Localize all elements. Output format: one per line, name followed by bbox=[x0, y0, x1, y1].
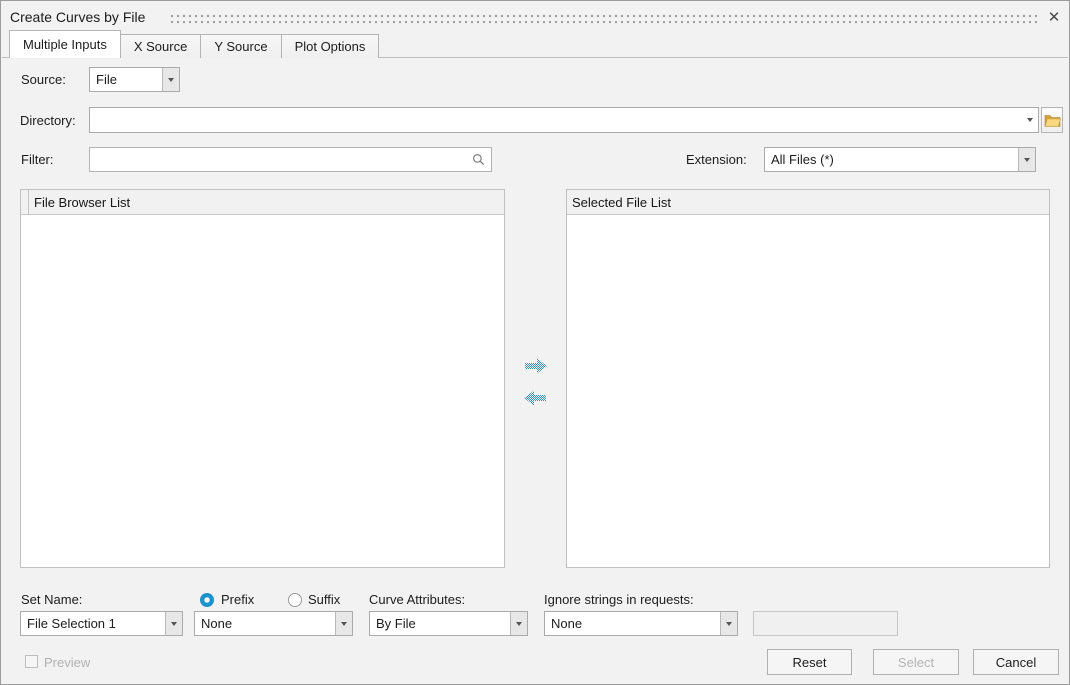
set-name-dropdown-button[interactable] bbox=[165, 612, 182, 635]
ignore-custom-field bbox=[753, 611, 898, 636]
ignore-strings-label: Ignore strings in requests: bbox=[544, 592, 694, 607]
selected-file-header-label: Selected File List bbox=[567, 195, 671, 210]
search-icon bbox=[472, 153, 485, 166]
chevron-down-icon bbox=[168, 78, 174, 82]
tab-x-source[interactable]: X Source bbox=[120, 34, 201, 58]
directory-label: Directory: bbox=[20, 113, 76, 128]
filter-label: Filter: bbox=[21, 152, 54, 167]
header-corner-cell bbox=[21, 190, 29, 214]
preview-checkbox-label: Preview bbox=[44, 655, 90, 670]
filter-field[interactable] bbox=[89, 147, 492, 172]
file-browser-header-label: File Browser List bbox=[29, 195, 130, 210]
preview-checkbox bbox=[25, 655, 38, 668]
chevron-down-icon bbox=[1027, 118, 1033, 122]
ignore-strings-dropdown[interactable]: None bbox=[544, 611, 738, 636]
selected-file-panel: Selected File List bbox=[566, 189, 1050, 568]
curve-attributes-dropdown[interactable]: By File bbox=[369, 611, 528, 636]
set-name-dropdown[interactable]: File Selection 1 bbox=[20, 611, 183, 636]
arrow-right-icon bbox=[523, 357, 549, 375]
chevron-down-icon bbox=[1024, 158, 1030, 162]
set-name-label: Set Name: bbox=[21, 592, 82, 607]
drag-handle-dots[interactable] bbox=[169, 13, 1037, 24]
suffix-radio-label[interactable]: Suffix bbox=[308, 592, 340, 607]
source-label: Source: bbox=[21, 72, 66, 87]
ignore-strings-dropdown-value: None bbox=[545, 616, 720, 631]
arrow-left-icon bbox=[522, 389, 548, 407]
tab-y-source[interactable]: Y Source bbox=[200, 34, 281, 58]
reset-button[interactable]: Reset bbox=[767, 649, 852, 675]
selected-file-header: Selected File List bbox=[567, 190, 1049, 215]
affix-dropdown-value: None bbox=[195, 616, 335, 631]
file-browser-list[interactable] bbox=[21, 215, 504, 567]
chevron-down-icon bbox=[726, 622, 732, 626]
tab-bar: Multiple Inputs X Source Y Source Plot O… bbox=[9, 31, 378, 58]
ignore-strings-dropdown-button[interactable] bbox=[720, 612, 737, 635]
tab-plot-options[interactable]: Plot Options bbox=[281, 34, 380, 58]
prefix-radio[interactable] bbox=[200, 593, 214, 607]
cancel-button[interactable]: Cancel bbox=[973, 649, 1059, 675]
folder-open-icon bbox=[1044, 114, 1061, 127]
filter-input[interactable] bbox=[90, 148, 472, 171]
prefix-radio-label[interactable]: Prefix bbox=[221, 592, 254, 607]
chevron-down-icon bbox=[171, 622, 177, 626]
ignore-custom-input bbox=[754, 612, 942, 635]
file-browser-header: File Browser List bbox=[21, 190, 504, 215]
file-browser-panel: File Browser List bbox=[20, 189, 505, 568]
curve-attributes-label: Curve Attributes: bbox=[369, 592, 465, 607]
source-dropdown-value: File bbox=[90, 72, 162, 87]
directory-input[interactable] bbox=[90, 108, 1021, 132]
set-name-dropdown-value: File Selection 1 bbox=[21, 616, 165, 631]
source-dropdown[interactable]: File bbox=[89, 67, 180, 92]
move-right-button[interactable] bbox=[523, 357, 549, 375]
create-curves-dialog: Create Curves by File ✕ Multiple Inputs … bbox=[0, 0, 1070, 685]
extension-dropdown-value: All Files (*) bbox=[765, 152, 1018, 167]
select-button: Select bbox=[873, 649, 959, 675]
dialog-title: Create Curves by File bbox=[10, 9, 145, 25]
suffix-radio[interactable] bbox=[288, 593, 302, 607]
selected-file-list[interactable] bbox=[567, 215, 1049, 567]
tab-multiple-inputs[interactable]: Multiple Inputs bbox=[9, 30, 121, 58]
curve-attributes-dropdown-button[interactable] bbox=[510, 612, 527, 635]
chevron-down-icon bbox=[516, 622, 522, 626]
chevron-down-icon bbox=[341, 622, 347, 626]
extension-dropdown[interactable]: All Files (*) bbox=[764, 147, 1036, 172]
curve-attributes-dropdown-value: By File bbox=[370, 616, 510, 631]
extension-label: Extension: bbox=[686, 152, 747, 167]
extension-dropdown-button[interactable] bbox=[1018, 148, 1035, 171]
directory-combobox[interactable] bbox=[89, 107, 1039, 133]
directory-dropdown-button[interactable] bbox=[1021, 108, 1038, 132]
affix-dropdown-button[interactable] bbox=[335, 612, 352, 635]
affix-dropdown[interactable]: None bbox=[194, 611, 353, 636]
move-left-button[interactable] bbox=[522, 389, 548, 407]
close-icon[interactable]: ✕ bbox=[1045, 8, 1063, 26]
source-dropdown-button[interactable] bbox=[162, 68, 179, 91]
browse-directory-button[interactable] bbox=[1041, 107, 1063, 133]
